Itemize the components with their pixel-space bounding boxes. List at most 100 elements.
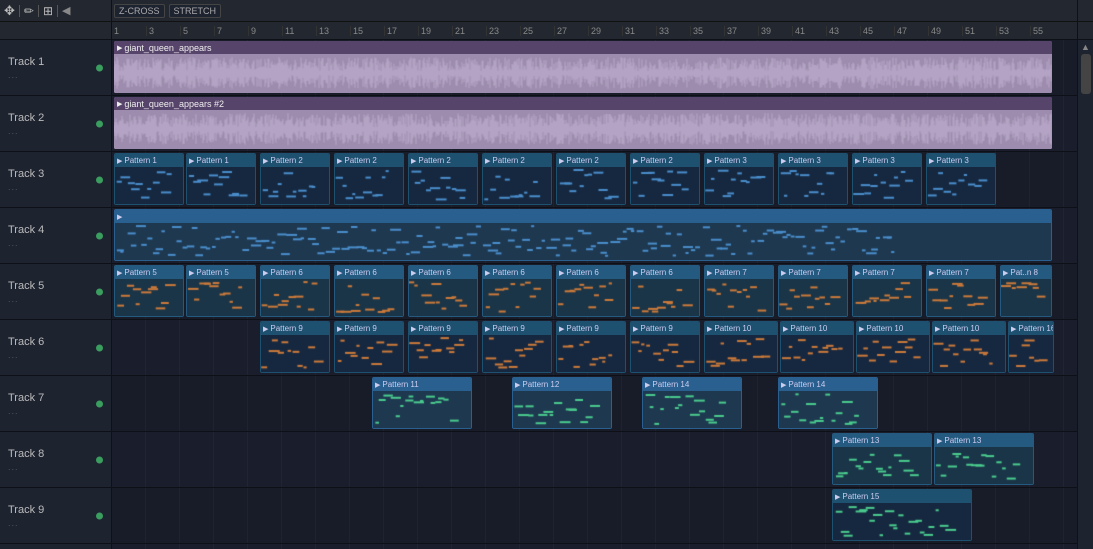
nav-left-arrow[interactable]: ◀ — [62, 4, 70, 17]
ruler-tick-35: 35 — [690, 26, 703, 36]
track-clips-3: ▶Pattern 1▶Pattern 1▶Pattern 2▶Pattern 2… — [112, 152, 1077, 208]
track-dot-6[interactable] — [96, 344, 103, 351]
ruler-left-spacer — [0, 22, 112, 39]
ruler-tick-27: 27 — [554, 26, 567, 36]
track-name-8: Track 8 — [8, 448, 103, 460]
grid-icon[interactable]: ⊞ — [43, 4, 53, 18]
track-clips-2: ▶giant_queen_appears #2 — [112, 96, 1077, 152]
clip-3-9[interactable]: ▶Pattern 3 — [778, 153, 848, 205]
track-dot-5[interactable] — [96, 288, 103, 295]
clip-8-1[interactable]: ▶Pattern 13 — [934, 433, 1034, 485]
clip-3-11[interactable]: ▶Pattern 3 — [926, 153, 996, 205]
track-name-2: Track 2 — [8, 112, 103, 124]
clip-6-8[interactable]: ▶Pattern 10 — [856, 321, 930, 373]
ruler-scrollbar-spacer — [1077, 22, 1093, 39]
clip-7-0[interactable]: ▶Pattern 11 — [372, 377, 472, 429]
clip-8-0[interactable]: ▶Pattern 13 — [832, 433, 932, 485]
ruler-tick-51: 51 — [962, 26, 975, 36]
track-label-5: Track 5... — [0, 264, 111, 320]
track-name-1: Track 1 — [8, 56, 103, 68]
clip-7-3[interactable]: ▶Pattern 14 — [778, 377, 878, 429]
ruler-tick-31: 31 — [622, 26, 635, 36]
track-name-3: Track 3 — [8, 168, 103, 180]
ruler-content: 1357911131517192123252729313335373941434… — [112, 22, 1077, 39]
clip-6-6[interactable]: ▶Pattern 10 — [704, 321, 778, 373]
clip-5-12[interactable]: ▶Pat..n 8 — [1000, 265, 1052, 317]
clip-5-4[interactable]: ▶Pattern 6 — [408, 265, 478, 317]
clip-5-1[interactable]: ▶Pattern 5 — [186, 265, 256, 317]
clip-6-2[interactable]: ▶Pattern 9 — [408, 321, 478, 373]
clip-7-2[interactable]: ▶Pattern 14 — [642, 377, 742, 429]
clip-3-1[interactable]: ▶Pattern 1 — [186, 153, 256, 205]
clip-5-6[interactable]: ▶Pattern 6 — [556, 265, 626, 317]
tracks-content: ▶giant_queen_appears▶giant_queen_appears… — [112, 40, 1077, 549]
vertical-scrollbar[interactable]: ▲ — [1077, 40, 1093, 549]
track-clips-9: ▶Pattern 15 — [112, 488, 1077, 544]
track-dot-1[interactable] — [96, 64, 103, 71]
clip-3-3[interactable]: ▶Pattern 2 — [334, 153, 404, 205]
clip-6-3[interactable]: ▶Pattern 9 — [482, 321, 552, 373]
clip-5-8[interactable]: ▶Pattern 7 — [704, 265, 774, 317]
ruler-tick-21: 21 — [452, 26, 465, 36]
z-cross-btn[interactable]: Z-CROSS — [114, 4, 165, 18]
clip-9-0[interactable]: ▶Pattern 15 — [832, 489, 972, 541]
scrollbar-up-arrow[interactable]: ▲ — [1080, 42, 1091, 52]
track-dot-9[interactable] — [96, 512, 103, 519]
ruler-tick-25: 25 — [520, 26, 533, 36]
move-icon[interactable]: ✥ — [4, 3, 15, 19]
track-dot-8[interactable] — [96, 456, 103, 463]
ruler-tick-3: 3 — [146, 26, 154, 36]
track-clips-6: ▶Pattern 9▶Pattern 9▶Pattern 9▶Pattern 9… — [112, 320, 1077, 376]
clip-5-10[interactable]: ▶Pattern 7 — [852, 265, 922, 317]
track-dot-7[interactable] — [96, 400, 103, 407]
track-name-5: Track 5 — [8, 280, 103, 292]
ruler-tick-45: 45 — [860, 26, 873, 36]
clip-7-1[interactable]: ▶Pattern 12 — [512, 377, 612, 429]
clip-5-9[interactable]: ▶Pattern 7 — [778, 265, 848, 317]
clip-3-4[interactable]: ▶Pattern 2 — [408, 153, 478, 205]
scrollbar-thumb[interactable] — [1081, 54, 1091, 94]
track-label-9: Track 9... — [0, 488, 111, 544]
clip-2-0[interactable]: ▶giant_queen_appears #2 — [114, 97, 1052, 149]
clip-6-1[interactable]: ▶Pattern 9 — [334, 321, 404, 373]
clip-3-5[interactable]: ▶Pattern 2 — [482, 153, 552, 205]
clip-5-5[interactable]: ▶Pattern 6 — [482, 265, 552, 317]
track-dot-3[interactable] — [96, 176, 103, 183]
clip-6-10[interactable]: ▶Pattern 16 — [1008, 321, 1054, 373]
clip-5-11[interactable]: ▶Pattern 7 — [926, 265, 996, 317]
clip-5-7[interactable]: ▶Pattern 6 — [630, 265, 700, 317]
clip-5-3[interactable]: ▶Pattern 6 — [334, 265, 404, 317]
clip-6-9[interactable]: ▶Pattern 10 — [932, 321, 1006, 373]
ruler-area: Z-CROSS STRETCH — [112, 0, 1077, 21]
clip-5-0[interactable]: ▶Pattern 5 — [114, 265, 184, 317]
track-clips-8: ▶Pattern 13▶Pattern 13 — [112, 432, 1077, 488]
track-dot-4[interactable] — [96, 232, 103, 239]
clip-3-8[interactable]: ▶Pattern 3 — [704, 153, 774, 205]
track-clips-1: ▶giant_queen_appears — [112, 40, 1077, 96]
pencil-icon[interactable]: ✏ — [24, 4, 34, 18]
track-name-9: Track 9 — [8, 504, 103, 516]
ruler-tick-43: 43 — [826, 26, 839, 36]
ruler-tick-1: 1 — [112, 26, 119, 36]
ruler-tick-37: 37 — [724, 26, 737, 36]
stretch-btn[interactable]: STRETCH — [169, 4, 222, 18]
clip-5-2[interactable]: ▶Pattern 6 — [260, 265, 330, 317]
clip-3-0[interactable]: ▶Pattern 1 — [114, 153, 184, 205]
clip-3-2[interactable]: ▶Pattern 2 — [260, 153, 330, 205]
clip-1-0[interactable]: ▶giant_queen_appears — [114, 41, 1052, 93]
track-dot-2[interactable] — [96, 120, 103, 127]
clip-6-5[interactable]: ▶Pattern 9 — [630, 321, 700, 373]
ruler-tick-41: 41 — [792, 26, 805, 36]
track-label-3: Track 3... — [0, 152, 111, 208]
clip-6-7[interactable]: ▶Pattern 10 — [780, 321, 854, 373]
ruler-tick-19: 19 — [418, 26, 431, 36]
ruler-tick-53: 53 — [996, 26, 1009, 36]
clip-3-6[interactable]: ▶Pattern 2 — [556, 153, 626, 205]
clip-3-7[interactable]: ▶Pattern 2 — [630, 153, 700, 205]
clip-6-0[interactable]: ▶Pattern 9 — [260, 321, 330, 373]
clip-3-10[interactable]: ▶Pattern 3 — [852, 153, 922, 205]
track-label-4: Track 4... — [0, 208, 111, 264]
clip-6-4[interactable]: ▶Pattern 9 — [556, 321, 626, 373]
clip-4-0[interactable]: ▶ — [114, 209, 1052, 261]
ruler-ticks: 1357911131517192123252729313335373941434… — [112, 22, 1077, 39]
